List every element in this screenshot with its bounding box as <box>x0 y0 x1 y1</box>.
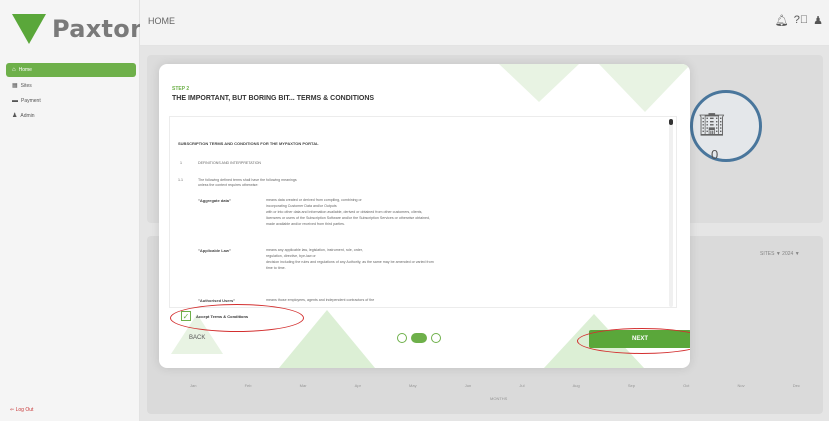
decor-triangle <box>599 64 690 112</box>
back-button[interactable]: BACK <box>189 335 205 341</box>
terms-scroll-box[interactable]: SUBSCRIPTION TERMS AND CONDITIONS FOR TH… <box>169 116 677 308</box>
logout-label: Log Out <box>15 407 34 413</box>
clause-text: unless the context requires otherwise: <box>198 183 259 187</box>
sidebar-item-admin[interactable]: ♟ Admin <box>6 109 136 122</box>
annotation-circle-accept <box>170 304 304 332</box>
decor-triangle <box>499 64 579 102</box>
clause-number: 1.1 <box>178 178 183 182</box>
logout-link[interactable]: ⇐ Log Out <box>10 407 33 413</box>
term-definition: regulation, directive, bye-law or <box>266 254 316 258</box>
sidebar-item-label: Home <box>18 67 32 73</box>
term-definition: with or into other data and information … <box>266 210 423 214</box>
term-definition: means those employees, agents and indepe… <box>266 298 375 302</box>
step-dot-1[interactable] <box>397 333 407 343</box>
scrollbar-thumb[interactable] <box>669 119 673 125</box>
header-actions: 🔔︎ ?⃝ ♟ <box>775 14 823 27</box>
step-dot-3[interactable] <box>431 333 441 343</box>
home-icon: ⌂ <box>12 67 16 73</box>
term-definition: incorporating Customer Data and/or Outpu… <box>266 204 337 208</box>
page-title: HOME <box>148 16 175 26</box>
sidebar-item-sites[interactable]: ▦ Sites <box>6 79 136 92</box>
sidebar-item-home[interactable]: ⌂ Home <box>6 63 136 77</box>
terms-modal: STEP 2 THE IMPORTANT, BUT BORING BIT... … <box>159 64 690 368</box>
step-label: STEP 2 <box>172 86 190 92</box>
term-definition: time to time. <box>266 266 286 270</box>
term-definition: means any applicable law, legislation, i… <box>266 248 363 252</box>
sidebar: Paxton ⌂ Home ▦ Sites ▬ Payment ♟ Admin … <box>0 0 147 421</box>
top-header: HOME 🔔︎ ?⃝ ♟ <box>140 0 829 46</box>
term-name: "Aggregate data" <box>198 198 231 203</box>
scrollbar-track[interactable] <box>669 121 673 307</box>
sidebar-nav: ⌂ Home ▦ Sites ▬ Payment ♟ Admin <box>6 63 136 124</box>
term-name: "Authorised Users" <box>198 298 236 303</box>
section-title: DEFINITIONS AND INTERPRETATION <box>198 161 261 165</box>
payment-icon: ▬ <box>12 97 18 104</box>
sidebar-item-label: Sites <box>20 82 32 89</box>
logout-icon: ⇐ <box>10 407 15 413</box>
terms-heading: SUBSCRIPTION TERMS AND CONDITIONS FOR TH… <box>178 141 319 146</box>
paxton-logo[interactable]: Paxton <box>12 14 147 44</box>
step-dot-2-active[interactable] <box>411 333 427 343</box>
app-root: Paxton ⌂ Home ▦ Sites ▬ Payment ♟ Admin … <box>0 0 829 421</box>
sidebar-item-payment[interactable]: ▬ Payment <box>6 94 136 107</box>
sidebar-item-label: Admin <box>20 112 35 119</box>
user-icon[interactable]: ♟ <box>813 14 823 27</box>
step-indicator <box>397 333 441 343</box>
term-definition: decision including the rules and regulat… <box>266 260 434 264</box>
section-number: 1 <box>180 161 182 165</box>
modal-title: THE IMPORTANT, BUT BORING BIT... TERMS &… <box>172 95 375 102</box>
admin-icon: ♟ <box>12 113 18 119</box>
logo-triangle-icon <box>12 14 46 44</box>
help-icon[interactable]: ?⃝ <box>794 14 808 27</box>
bell-icon[interactable]: 🔔︎ <box>775 14 789 27</box>
term-definition: made available and/or received from thir… <box>266 222 345 226</box>
logo-text: Paxton <box>52 15 148 43</box>
term-definition: licensees or users of the Subscription S… <box>266 216 431 220</box>
sites-icon: ▦ <box>12 83 18 89</box>
term-name: "Applicable Law" <box>198 248 231 253</box>
sidebar-item-label: Payment <box>21 97 41 104</box>
term-definition: means data created or derived from compi… <box>266 198 362 202</box>
